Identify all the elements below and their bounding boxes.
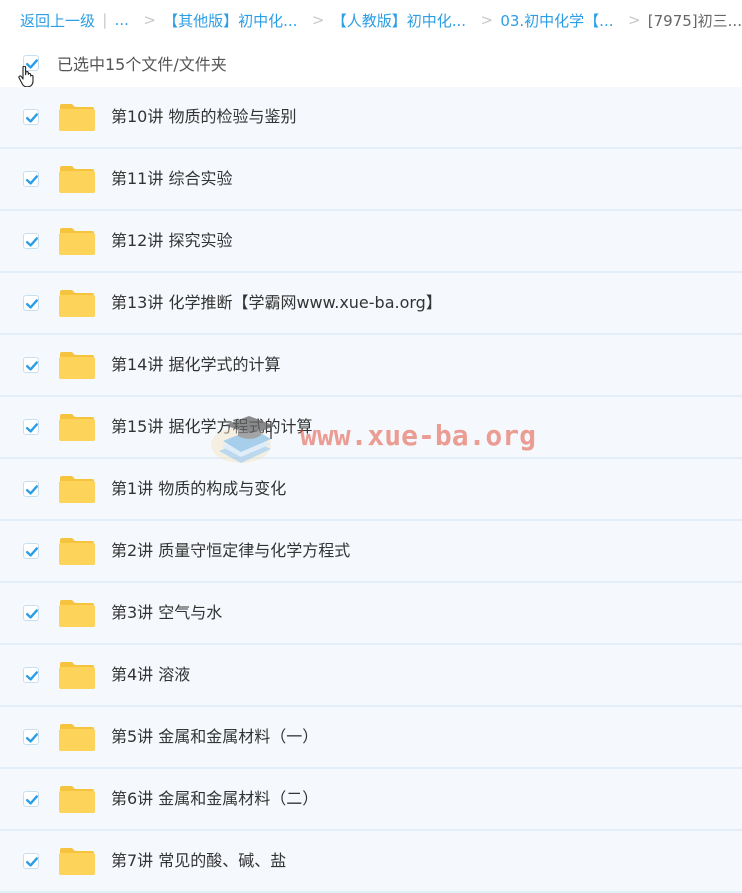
breadcrumb-ellipsis[interactable]: ... xyxy=(115,11,129,29)
breadcrumb-separator-pipe: | xyxy=(102,11,108,29)
checkbox-checked-icon xyxy=(26,485,38,495)
folder-name[interactable]: 第1讲 物质的构成与变化 xyxy=(111,459,286,519)
folder-name[interactable]: 第10讲 物质的检验与鉴别 xyxy=(111,87,296,147)
item-checkbox[interactable] xyxy=(23,419,39,435)
item-checkbox[interactable] xyxy=(23,543,39,559)
list-item[interactable]: 第7讲 常见的酸、碱、盐 xyxy=(0,831,742,893)
folder-name[interactable]: 第4讲 溶液 xyxy=(111,645,190,705)
checkbox-checked-icon xyxy=(26,423,38,433)
breadcrumb-item-pep-edition[interactable]: 【人教版】初中化... xyxy=(332,10,466,31)
item-checkbox[interactable] xyxy=(23,109,39,125)
selection-bar: 已选中15个文件/文件夹 xyxy=(0,44,742,88)
hand-pointer-icon xyxy=(18,66,34,88)
folder-icon xyxy=(59,228,95,255)
folder-name[interactable]: 第11讲 综合实验 xyxy=(111,149,232,209)
item-checkbox[interactable] xyxy=(23,481,39,497)
checkbox-checked-icon xyxy=(26,795,38,805)
list-item[interactable]: 第2讲 质量守恒定律与化学方程式 xyxy=(0,521,742,583)
folder-name[interactable]: 第13讲 化学推断【学霸网www.xue-ba.org】 xyxy=(111,273,442,333)
list-item[interactable]: 第11讲 综合实验 xyxy=(0,149,742,211)
folder-icon xyxy=(59,476,95,503)
item-checkbox[interactable] xyxy=(23,171,39,187)
folder-name[interactable]: 第5讲 金属和金属材料（一） xyxy=(111,707,318,767)
checkbox-checked-icon xyxy=(26,733,38,743)
folder-icon xyxy=(59,848,95,875)
checkbox-checked-icon xyxy=(26,113,38,123)
list-item[interactable]: 第3讲 空气与水 xyxy=(0,583,742,645)
checkbox-checked-icon xyxy=(26,609,38,619)
folder-name[interactable]: 第6讲 金属和金属材料（二） xyxy=(111,769,318,829)
checkbox-checked-icon xyxy=(26,547,38,557)
folder-icon xyxy=(59,786,95,813)
folder-name[interactable]: 第15讲 据化学方程式的计算 xyxy=(111,397,312,457)
list-item[interactable]: 第12讲 探究实验 xyxy=(0,211,742,273)
list-item[interactable]: 第13讲 化学推断【学霸网www.xue-ba.org】 xyxy=(0,273,742,335)
folder-name[interactable]: 第14讲 据化学式的计算 xyxy=(111,335,280,395)
item-checkbox[interactable] xyxy=(23,791,39,807)
folder-name[interactable]: 第12讲 探究实验 xyxy=(111,211,232,271)
breadcrumb-separator: > xyxy=(627,11,641,29)
breadcrumb-current: [7975]初三... xyxy=(647,11,742,30)
checkbox-checked-icon xyxy=(26,299,38,309)
list-item[interactable]: 第5讲 金属和金属材料（一） xyxy=(0,707,742,769)
folder-icon xyxy=(59,414,95,441)
checkbox-checked-icon xyxy=(26,237,38,247)
breadcrumb-item-chemistry[interactable]: 03.初中化学【... xyxy=(500,10,613,31)
breadcrumb-item-other-edition[interactable]: 【其他版】初中化... xyxy=(163,10,297,31)
folder-icon xyxy=(59,290,95,317)
list-item[interactable]: 第14讲 据化学式的计算 xyxy=(0,335,742,397)
list-item[interactable]: 第15讲 据化学方程式的计算 xyxy=(0,397,742,459)
checkbox-checked-icon xyxy=(26,175,38,185)
folder-name[interactable]: 第2讲 质量守恒定律与化学方程式 xyxy=(111,521,350,581)
breadcrumb-separator: > xyxy=(480,11,494,29)
checkbox-checked-icon xyxy=(26,671,38,681)
folder-icon xyxy=(59,662,95,689)
folder-name[interactable]: 第7讲 常见的酸、碱、盐 xyxy=(111,831,286,891)
list-item[interactable]: 第6讲 金属和金属材料（二） xyxy=(0,769,742,831)
checkbox-checked-icon xyxy=(26,361,38,371)
folder-icon xyxy=(59,538,95,565)
folder-list: 第10讲 物质的检验与鉴别 第11讲 综合实验 第12讲 探究实验 第13讲 化学推断… xyxy=(0,87,742,893)
folder-icon xyxy=(59,724,95,751)
folder-name[interactable]: 第3讲 空气与水 xyxy=(111,583,222,643)
back-link[interactable]: 返回上一级 xyxy=(20,10,95,31)
breadcrumb-separator: > xyxy=(143,11,156,29)
folder-icon xyxy=(59,352,95,379)
breadcrumb: 返回上一级 | ... > 【其他版】初中化... > 【人教版】初中化... … xyxy=(0,0,742,40)
folder-icon xyxy=(59,166,95,193)
folder-icon xyxy=(59,600,95,627)
list-item[interactable]: 第1讲 物质的构成与变化 xyxy=(0,459,742,521)
selection-count: 已选中15个文件/文件夹 xyxy=(57,55,227,74)
item-checkbox[interactable] xyxy=(23,357,39,373)
list-item[interactable]: 第4讲 溶液 xyxy=(0,645,742,707)
checkbox-checked-icon xyxy=(26,857,38,867)
folder-icon xyxy=(59,104,95,131)
item-checkbox[interactable] xyxy=(23,605,39,621)
item-checkbox[interactable] xyxy=(23,667,39,683)
item-checkbox[interactable] xyxy=(23,853,39,869)
item-checkbox[interactable] xyxy=(23,233,39,249)
item-checkbox[interactable] xyxy=(23,729,39,745)
breadcrumb-separator: > xyxy=(311,11,325,29)
item-checkbox[interactable] xyxy=(23,295,39,311)
list-item[interactable]: 第10讲 物质的检验与鉴别 xyxy=(0,87,742,149)
